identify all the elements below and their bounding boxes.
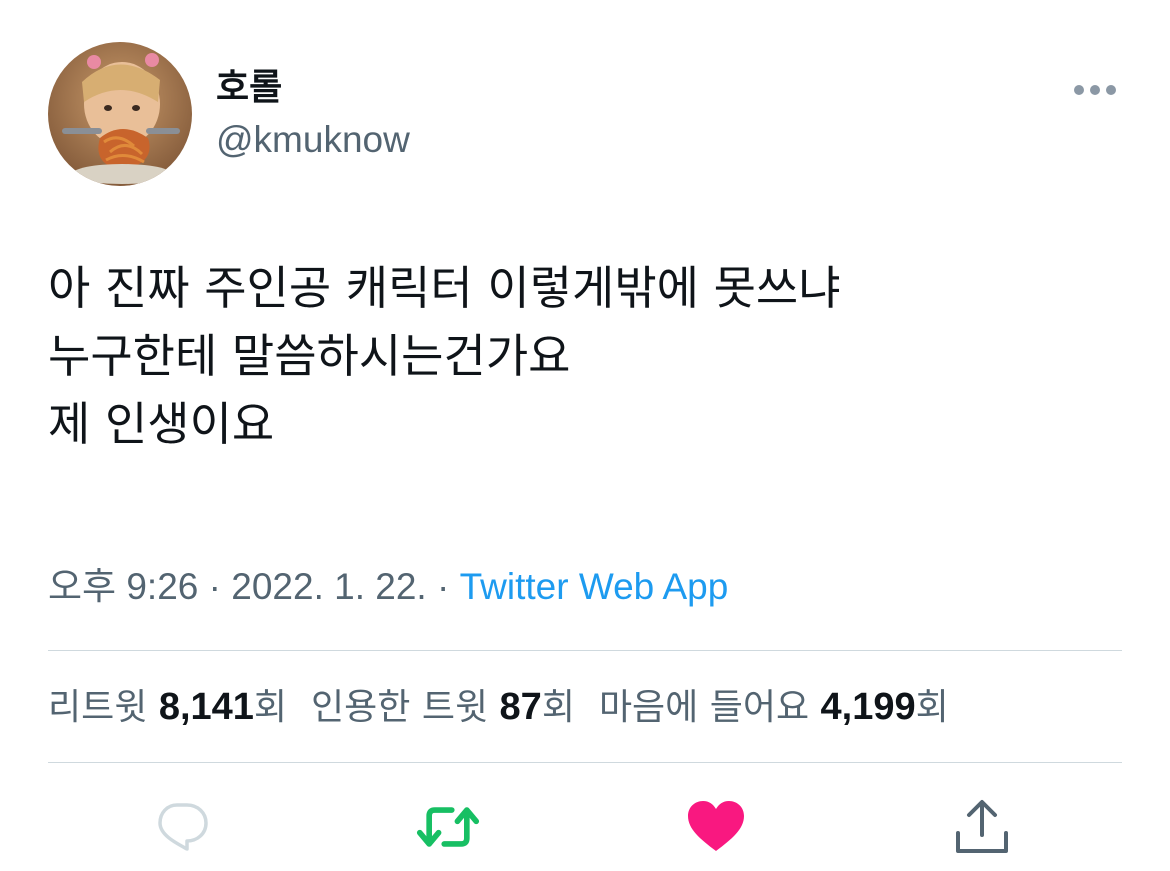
retweet-icon [416,807,480,847]
tweet-date[interactable]: 2022. 1. 22. [231,566,426,607]
quotes-count: 87 [499,686,542,728]
divider [48,762,1122,763]
retweets-label: 리트윗 [48,687,159,728]
tweet-text-line: 제 인생이요 [48,397,275,451]
retweets-stat[interactable]: 리트윗 8,141회 [48,686,288,728]
likes-unit: 회 [915,687,949,728]
share-icon [956,800,1008,853]
retweets-unit: 회 [253,687,288,728]
tweet-text-line: 아 진짜 주인공 캐릭터 이렇게밖에 못쓰냐 [48,261,841,315]
quotes-stat[interactable]: 인용한 트윗 87회 [311,686,575,728]
more-icon[interactable] [1072,82,1118,98]
likes-label: 마음에 들어요 [598,687,821,728]
tweet-source-link[interactable]: Twitter Web App [460,566,729,607]
share-button[interactable] [950,795,1014,859]
tweet-time[interactable]: 오후 9:26 [48,566,198,607]
author-handle[interactable]: @kmuknow [216,118,410,162]
meta-separator: · [198,566,232,607]
tweet-stats: 리트윗 8,141회 인용한 트윗 87회 마음에 들어요 4,199회 [48,682,949,733]
reply-button[interactable] [150,795,214,859]
tweet-text: 아 진짜 주인공 캐릭터 이렇게밖에 못쓰냐 누구한테 말씀하시는건가요 제 인… [48,254,1128,458]
quotes-label: 인용한 트윗 [311,687,500,728]
reply-icon [158,803,208,851]
heart-icon [688,801,744,851]
author-display-name[interactable]: 호롤 [216,66,282,110]
tweet-detail: 호롤 @kmuknow 아 진짜 주인공 캐릭터 이렇게밖에 못쓰냐 누구한테 … [0,0,1170,871]
meta-separator: · [426,566,460,607]
quotes-unit: 회 [541,687,575,728]
likes-count: 4,199 [820,686,916,728]
divider [48,650,1122,651]
avatar[interactable] [48,42,192,186]
retweet-button[interactable] [416,795,480,859]
tweet-text-line: 누구한테 말씀하시는건가요 [48,329,571,383]
likes-stat[interactable]: 마음에 들어요 4,199회 [598,686,949,728]
retweets-count: 8,141 [158,686,254,728]
tweet-meta: 오후 9:26 · 2022. 1. 22. · Twitter Web App [48,562,728,612]
like-button[interactable] [684,795,748,859]
avatar-image [48,42,192,186]
